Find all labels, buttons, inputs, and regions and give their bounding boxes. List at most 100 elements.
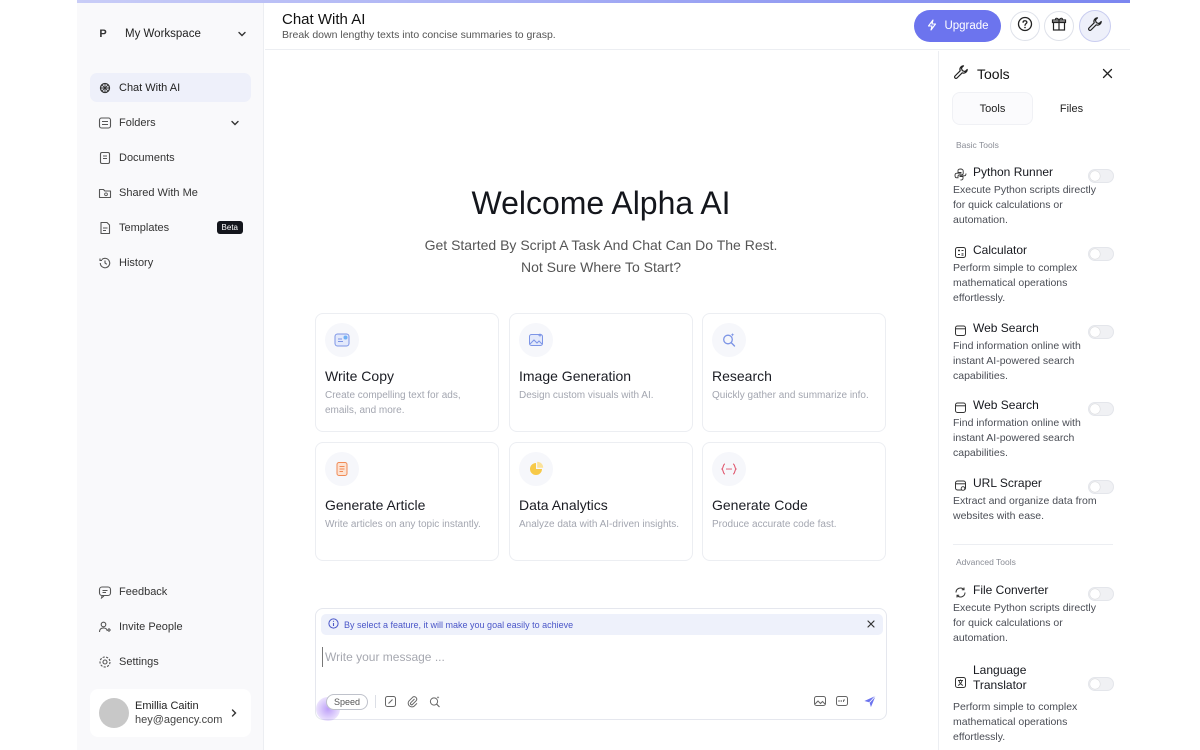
tool-toggle[interactable]: [1088, 677, 1114, 691]
wrench-icon: [953, 64, 969, 83]
sidebar-item-folders[interactable]: Folders: [90, 108, 251, 137]
feature-card-generate-code[interactable]: Generate Code Produce accurate code fast…: [702, 442, 886, 561]
sidebar-item-label: Invite People: [119, 620, 183, 633]
sidebar-item-settings[interactable]: Settings: [90, 647, 251, 676]
message-input[interactable]: [322, 647, 822, 667]
page-subtitle: Break down lengthy texts into concise su…: [282, 29, 556, 41]
page-header: Chat With AI Break down lengthy texts in…: [265, 3, 1130, 50]
welcome-heading: Welcome Alpha AI: [471, 185, 731, 221]
upgrade-label: Upgrade: [944, 20, 989, 32]
welcome-subtitle-line: Get Started By Script A Task And Chat Ca…: [424, 237, 778, 253]
sidebar-item-label: Feedback: [119, 585, 168, 598]
image-upload-icon[interactable]: [813, 694, 827, 708]
tools-tab-switcher: Tools Files: [953, 93, 1111, 124]
sidebar-item-feedback[interactable]: Feedback: [90, 577, 251, 606]
tools-panel: Tools Tools Files Basic Tools Python Run…: [938, 51, 1130, 750]
sidebar-item-history[interactable]: History: [90, 248, 251, 277]
card-description: Create compelling text for ads, emails, …: [325, 390, 461, 416]
edit-icon[interactable]: [383, 694, 397, 708]
tool-toggle[interactable]: [1088, 480, 1114, 494]
feature-card-image-generation[interactable]: Image Generation Design custom visuals w…: [509, 313, 693, 432]
upgrade-button[interactable]: Upgrade: [914, 10, 1001, 42]
welcome-subtitle: Get Started By Script A Task And Chat Ca…: [265, 234, 937, 278]
tool-name: Calculator: [973, 243, 1028, 257]
chevron-right-icon[interactable]: [226, 705, 242, 721]
sidebar-item-label: History: [119, 256, 154, 269]
tool-toggle[interactable]: [1088, 587, 1114, 601]
help-button[interactable]: [1010, 11, 1040, 41]
sidebar-item-documents[interactable]: Documents: [90, 143, 251, 172]
gif-icon[interactable]: [835, 694, 849, 708]
card-title: Generate Code: [712, 497, 808, 513]
card-description: Quickly gather and summarize info.: [712, 390, 869, 401]
feature-card-research[interactable]: Research Quickly gather and summarize in…: [702, 313, 886, 432]
sidebar-bottom-nav: Feedback Invite People Settings: [90, 577, 251, 682]
tool-name: Web Search: [973, 398, 1039, 412]
sidebar-item-label: Settings: [119, 655, 159, 668]
feature-card-data-analytics[interactable]: Data Analytics Analyze data with AI-driv…: [509, 442, 693, 561]
sidebar-item-shared-with-me[interactable]: Shared With Me: [90, 178, 251, 207]
feature-hint-banner: By select a feature, it will make you go…: [321, 614, 883, 635]
sidebar: P My Workspace Chat With AI Folders Docu…: [77, 3, 264, 750]
sidebar-item-label: Shared With Me: [119, 186, 198, 199]
tool-toggle[interactable]: [1088, 169, 1114, 183]
card-description: Design custom visuals with AI.: [519, 390, 654, 401]
sidebar-item-templates[interactable]: Templates Beta: [90, 213, 251, 242]
sidebar-item-invite-people[interactable]: Invite People: [90, 612, 251, 641]
tool-name: Python Runner: [973, 165, 1054, 179]
pie-chart-icon: [519, 452, 553, 486]
sidebar-item-label: Templates: [119, 221, 170, 234]
close-icon[interactable]: [1099, 65, 1115, 81]
feature-card-write-copy[interactable]: Write Copy Create compelling text for ad…: [315, 313, 499, 432]
attach-icon[interactable]: [405, 694, 419, 708]
basic-tools-label: Basic Tools: [956, 140, 999, 150]
scraper-icon: [953, 478, 967, 492]
hint-text: By select a feature, it will make you go…: [344, 619, 574, 630]
send-icon[interactable]: [863, 694, 877, 708]
card-title: Image Generation: [519, 368, 632, 384]
template-icon: [98, 221, 112, 235]
feature-card-generate-article[interactable]: Generate Article Write articles on any t…: [315, 442, 499, 561]
browser-icon: [953, 323, 967, 337]
close-icon[interactable]: [866, 619, 876, 631]
user-info: Emillia Caitin hey@agency.com: [135, 699, 226, 727]
workspace-switcher[interactable]: P My Workspace: [91, 17, 250, 51]
article-icon: [325, 452, 359, 486]
card-title: Generate Article: [325, 497, 426, 513]
tab-files[interactable]: Files: [1032, 93, 1111, 124]
code-icon: [712, 452, 746, 486]
sidebar-item-chat-with-ai[interactable]: Chat With AI: [90, 73, 251, 102]
translate-icon: [953, 675, 967, 689]
help-icon: [1017, 16, 1033, 37]
image-generation-icon: [519, 323, 553, 357]
tool-description: Execute Python scripts directly for quic…: [953, 602, 1096, 644]
tool-toggle[interactable]: [1088, 402, 1114, 416]
gift-button[interactable]: [1044, 11, 1074, 41]
wrench-icon: [1087, 16, 1103, 37]
tools-toggle-button[interactable]: [1079, 10, 1111, 42]
message-composer: By select a feature, it will make you go…: [315, 608, 887, 721]
invite-icon: [98, 620, 112, 634]
speed-mode-chip[interactable]: Speed: [326, 694, 369, 710]
chevron-down-icon[interactable]: [227, 115, 243, 131]
tab-tools[interactable]: Tools: [953, 93, 1032, 124]
toolbar-divider: [375, 695, 376, 708]
chevron-down-icon[interactable]: [234, 26, 250, 42]
user-profile-card[interactable]: Emillia Caitin hey@agency.com: [90, 689, 251, 737]
tool-description: Find information online with instant AI-…: [953, 417, 1081, 459]
tool-toggle[interactable]: [1088, 325, 1114, 339]
card-title: Research: [712, 368, 772, 384]
tools-panel-header: Tools: [953, 64, 1010, 83]
gift-icon: [1051, 16, 1067, 37]
research-icon: [712, 323, 746, 357]
sidebar-item-label: Folders: [119, 116, 156, 129]
card-description: Produce accurate code fast.: [712, 519, 837, 530]
python-icon: [953, 167, 967, 181]
tool-description: Execute Python scripts directly for quic…: [953, 184, 1096, 226]
tool-name: Web Search: [973, 321, 1039, 335]
magic-search-icon[interactable]: [427, 694, 441, 708]
user-email: hey@agency.com: [135, 714, 223, 726]
tool-toggle[interactable]: [1088, 247, 1114, 261]
workspace-name: My Workspace: [125, 28, 201, 40]
app-window: P My Workspace Chat With AI Folders Docu…: [77, 0, 1130, 750]
